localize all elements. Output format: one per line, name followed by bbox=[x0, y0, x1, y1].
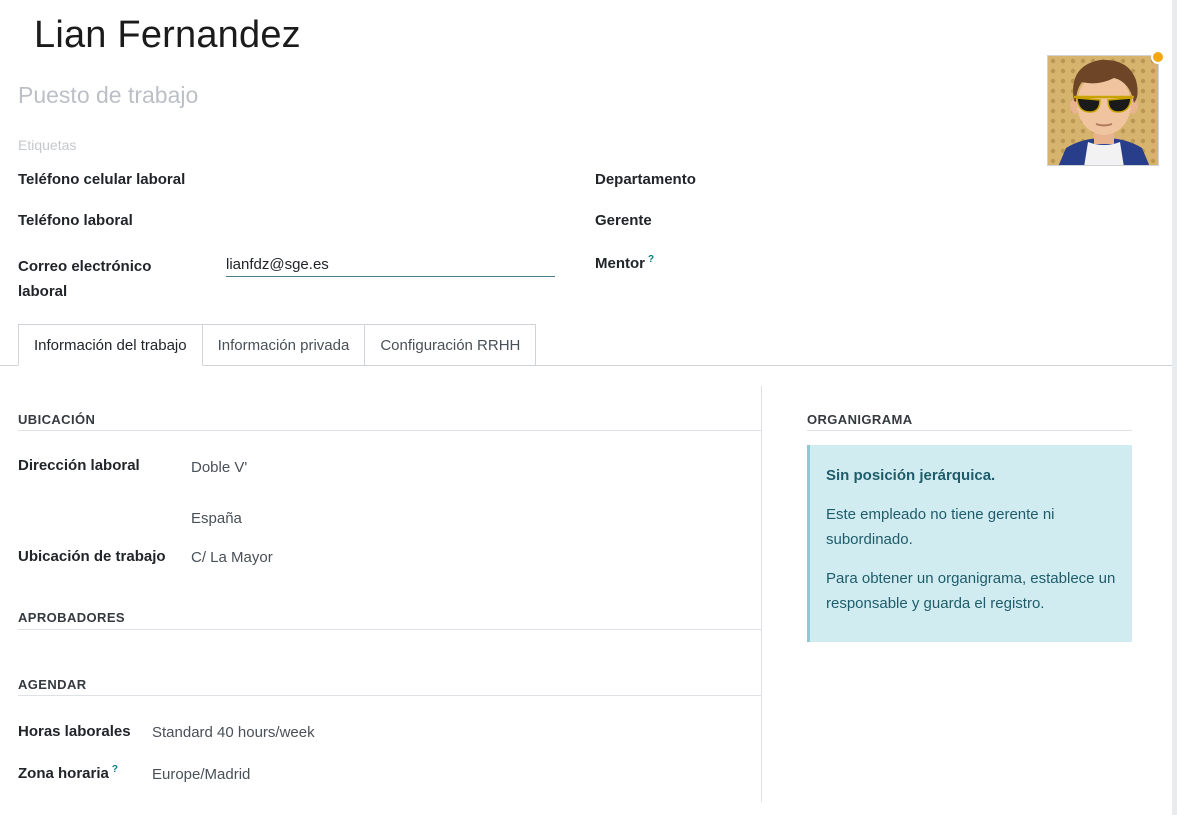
notebook-tabs: Información del trabajo Información priv… bbox=[18, 324, 537, 366]
manager-label: Gerente bbox=[595, 212, 652, 229]
scrollbar-track[interactable] bbox=[1172, 0, 1177, 815]
tab-hr-settings[interactable]: Configuración RRHH bbox=[365, 324, 537, 366]
job-position-field[interactable]: Puesto de trabajo bbox=[18, 82, 198, 109]
timezone-label-wrapper: Zona horaria? bbox=[18, 764, 118, 782]
section-divider-org-chart bbox=[807, 430, 1132, 431]
mobile-phone-label: Teléfono celular laboral bbox=[18, 171, 186, 188]
section-title-approvers: APROBADORES bbox=[18, 610, 125, 625]
working-hours-value[interactable]: Standard 40 hours/week bbox=[152, 724, 315, 741]
timezone-help-icon[interactable]: ? bbox=[112, 764, 118, 775]
coach-help-icon[interactable]: ? bbox=[648, 254, 654, 265]
coach-label-wrapper: Mentor? bbox=[595, 254, 654, 272]
department-label: Departamento bbox=[595, 171, 696, 188]
column-divider bbox=[761, 386, 762, 802]
section-divider-approvers bbox=[18, 629, 761, 630]
section-title-location: UBICACIÓN bbox=[18, 412, 96, 427]
alert-text-no-manager: Este empleado no tiene gerente ni subord… bbox=[826, 506, 1055, 548]
status-indicator bbox=[1151, 50, 1165, 64]
section-divider-location bbox=[18, 430, 761, 431]
timezone-label: Zona horaria bbox=[18, 765, 109, 782]
work-email-input[interactable] bbox=[226, 252, 555, 277]
alert-title: Sin posición jerárquica. bbox=[826, 467, 996, 484]
alert-text-instructions: Para obtener un organigrama, establece u… bbox=[826, 570, 1116, 612]
work-location-label: Ubicación de trabajo bbox=[18, 548, 166, 565]
employee-name[interactable]: Lian Fernandez bbox=[34, 14, 301, 57]
work-address-value[interactable]: Doble V' bbox=[191, 459, 247, 476]
tab-private-information[interactable]: Información privada bbox=[202, 324, 366, 366]
tags-field[interactable]: Etiquetas bbox=[18, 137, 76, 153]
section-title-org-chart: ORGANIGRAMA bbox=[807, 412, 913, 427]
coach-label: Mentor bbox=[595, 255, 645, 272]
work-address-label: Dirección laboral bbox=[18, 457, 140, 474]
working-hours-label: Horas laborales bbox=[18, 723, 131, 740]
work-email-label-line1: Correo electrónico bbox=[18, 258, 152, 275]
section-title-schedule: AGENDAR bbox=[18, 677, 87, 692]
employee-avatar[interactable] bbox=[1047, 55, 1159, 166]
work-address-country: España bbox=[191, 510, 242, 527]
avatar-cartoon-image bbox=[1048, 56, 1158, 165]
work-email-label-line2: laboral bbox=[18, 283, 68, 300]
work-email-label: Correo electrónico laboral bbox=[18, 254, 151, 304]
tab-work-information[interactable]: Información del trabajo bbox=[18, 324, 203, 366]
timezone-value[interactable]: Europe/Madrid bbox=[152, 766, 250, 783]
org-chart-info-alert: Sin posición jerárquica. Este empleado n… bbox=[807, 445, 1132, 642]
section-divider-schedule bbox=[18, 695, 761, 696]
work-location-value[interactable]: C/ La Mayor bbox=[191, 549, 273, 566]
work-phone-label: Teléfono laboral bbox=[18, 212, 133, 229]
